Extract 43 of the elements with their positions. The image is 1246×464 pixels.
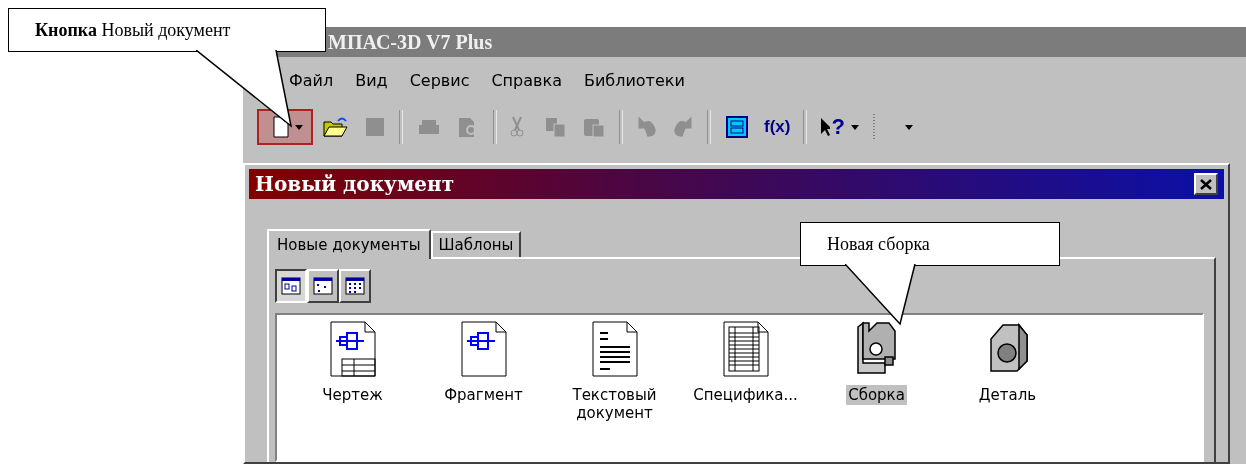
document-type-label[interactable]: Специфика... bbox=[691, 385, 800, 405]
clipboard-icon bbox=[582, 116, 606, 138]
document-type-label[interactable]: Сборка bbox=[846, 385, 907, 405]
formula-button[interactable]: f(x) bbox=[759, 109, 796, 145]
new-document-button[interactable] bbox=[257, 109, 313, 145]
help-button[interactable]: ? bbox=[815, 109, 864, 145]
caret-icon bbox=[904, 124, 913, 130]
square-icon bbox=[364, 116, 386, 138]
callout-box: Кнопка Новый документ bbox=[8, 8, 326, 52]
text-document-icon[interactable] bbox=[591, 321, 638, 377]
document-type-label[interactable]: Фрагмент bbox=[442, 385, 525, 405]
copy-icon bbox=[544, 116, 568, 138]
tab[interactable]: Новые документы bbox=[267, 229, 431, 259]
large-icons-view-button[interactable] bbox=[275, 269, 307, 303]
caret-icon bbox=[850, 124, 859, 130]
details-view-button[interactable] bbox=[339, 269, 371, 303]
cabinet-icon bbox=[724, 115, 750, 139]
close-icon bbox=[1200, 178, 1212, 190]
tab[interactable]: Шаблоны bbox=[430, 231, 522, 257]
folder-icon bbox=[322, 116, 350, 138]
small-icons-icon bbox=[313, 277, 333, 295]
document-type-label[interactable]: Текстовый документ bbox=[570, 385, 659, 423]
grip-icon[interactable] bbox=[871, 114, 876, 140]
close-button[interactable] bbox=[1194, 173, 1218, 195]
grid-view-icon bbox=[345, 277, 365, 295]
menu-item[interactable]: Библиотеки bbox=[583, 68, 685, 92]
scissors-icon bbox=[510, 116, 524, 138]
document-type-label[interactable]: Деталь bbox=[976, 385, 1039, 405]
menu-item[interactable]: Вид bbox=[355, 68, 388, 92]
redo-icon bbox=[672, 116, 694, 138]
document-type-label[interactable]: Чертеж bbox=[320, 385, 385, 405]
caret-icon bbox=[295, 124, 303, 130]
fragment-document-icon[interactable] bbox=[460, 321, 507, 377]
small-icons-view-button[interactable] bbox=[307, 269, 339, 303]
menu-item[interactable]: Сервис bbox=[409, 68, 470, 92]
undo-icon bbox=[636, 116, 658, 138]
drawing-document-icon[interactable] bbox=[329, 321, 376, 377]
pointer-icon bbox=[820, 117, 831, 137]
dialog-title: Новый документ bbox=[255, 172, 455, 196]
menu-item[interactable]: Файл bbox=[289, 68, 334, 92]
large-icons-icon bbox=[281, 277, 301, 295]
menu-item[interactable]: Справка bbox=[491, 68, 562, 92]
table-document-icon[interactable] bbox=[722, 321, 769, 377]
